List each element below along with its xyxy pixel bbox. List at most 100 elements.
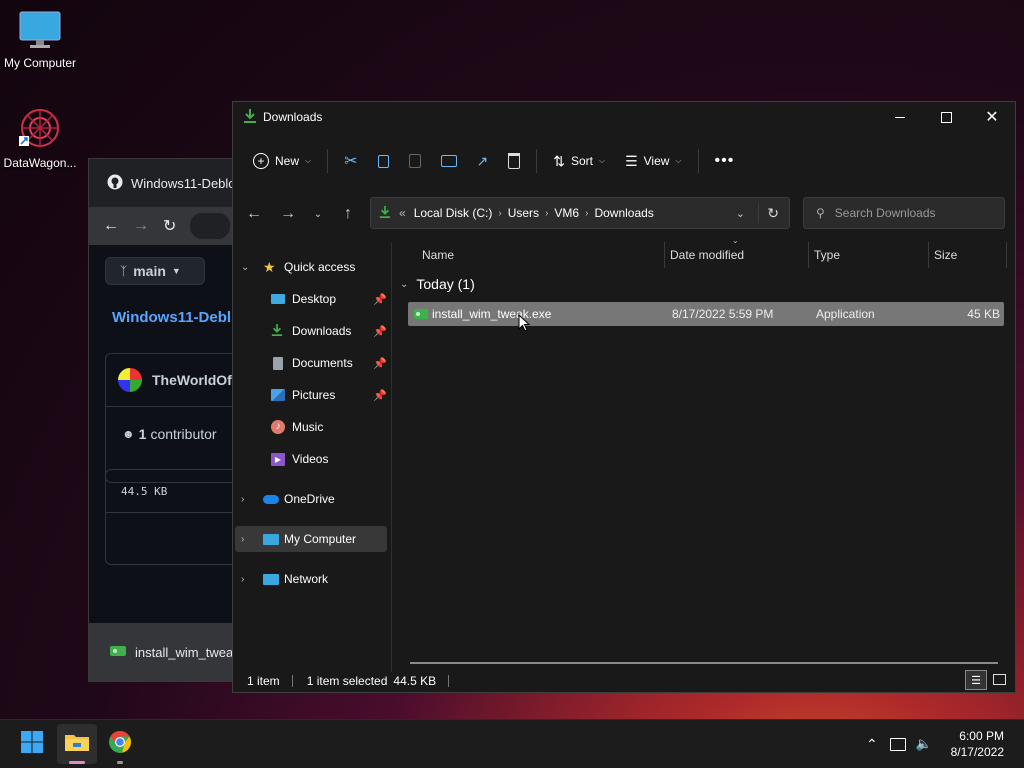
forward-button[interactable]: →	[273, 196, 303, 232]
desktop-icon-my-computer[interactable]: My Computer	[0, 10, 80, 70]
refresh-icon[interactable]: ↻	[767, 205, 779, 222]
nav-my-computer[interactable]: › My Computer	[235, 526, 387, 552]
nav-label: Documents	[292, 356, 353, 370]
pin-icon[interactable]: 📌	[373, 325, 387, 338]
maximize-button[interactable]	[923, 102, 969, 132]
breadcrumb-users[interactable]: Users	[508, 206, 539, 220]
address-bar[interactable]: « Local Disk (C:) › Users › VM6 › Downlo…	[370, 197, 790, 229]
cut-button[interactable]: ✂	[334, 145, 367, 177]
column-divider[interactable]	[1006, 242, 1007, 268]
rename-icon	[440, 155, 457, 167]
paste-button[interactable]	[399, 145, 431, 177]
breadcrumb-downloads[interactable]: Downloads	[594, 206, 653, 220]
share-button[interactable]: ↗	[467, 145, 499, 177]
copy-button[interactable]	[368, 145, 399, 177]
star-icon: ★	[263, 258, 276, 275]
taskbar-file-explorer[interactable]	[57, 724, 97, 764]
sort-button[interactable]: ⇅ Sort ⌵	[543, 145, 615, 177]
monitor-icon	[263, 533, 279, 545]
horizontal-scrollbar[interactable]	[410, 662, 998, 664]
network-icon[interactable]	[889, 737, 906, 751]
author-name[interactable]: TheWorldOf	[152, 372, 232, 388]
search-box[interactable]: ⚲ Search Downloads	[803, 197, 1005, 229]
browser-tab[interactable]: Windows11-Deblo	[89, 159, 249, 207]
nav-quick-access[interactable]: ⌄ ★ Quick access	[233, 254, 391, 280]
chevron-right-icon[interactable]: ›	[241, 534, 244, 545]
start-button[interactable]	[12, 724, 52, 764]
file-size-label: 44.5 KB	[121, 485, 168, 498]
browser-window[interactable]: Windows11-Deblo ← → ↻ ᛉ main ▼ Windows11…	[88, 158, 250, 682]
commit-box: TheWorldOf ☻ 1 contributor	[105, 353, 249, 483]
new-button[interactable]: + New ⌵	[243, 145, 321, 177]
file-size: 45 KB	[967, 307, 1000, 321]
forward-arrow-icon[interactable]: →	[133, 217, 149, 235]
network-icon	[263, 573, 279, 585]
chevron-down-icon[interactable]: ⌄	[241, 262, 249, 273]
volume-icon[interactable]: 🔈	[916, 736, 932, 752]
minimize-button[interactable]	[877, 102, 923, 132]
nav-item-downloads[interactable]: Downloads 📌	[233, 318, 391, 344]
navigation-pane: ⌄ ★ Quick access Desktop 📌 Downloads 📌 D…	[233, 242, 391, 672]
table-row[interactable]: install_wim_tweak.exe 8/17/2022 5:59 PM …	[408, 302, 1004, 326]
details-view-button[interactable]: ☰	[965, 670, 987, 690]
rename-button[interactable]	[431, 145, 467, 177]
nav-label: Desktop	[292, 292, 337, 306]
nav-item-pictures[interactable]: Pictures 📌	[233, 382, 391, 408]
column-divider[interactable]	[808, 242, 809, 268]
back-arrow-icon: ←	[246, 205, 262, 222]
sort-icon: ⇅	[553, 152, 565, 169]
file-explorer-window[interactable]: Downloads ✕ + New ⌵ ✂ ↗ ⇅ Sort ⌵ ☰ View …	[232, 101, 1016, 693]
nav-item-music[interactable]: ♪ Music	[233, 414, 391, 440]
breadcrumb-local-disk[interactable]: Local Disk (C:)	[414, 206, 493, 220]
title-bar[interactable]: Downloads ✕	[233, 102, 1015, 132]
repo-link[interactable]: Windows11-Debl	[112, 309, 231, 326]
delete-button[interactable]	[498, 145, 530, 177]
close-button[interactable]: ✕	[969, 102, 1015, 132]
avatar[interactable]	[118, 368, 142, 392]
contributor-label[interactable]: contributor	[150, 426, 216, 442]
column-header-size[interactable]: Size	[934, 242, 1004, 268]
chevron-down-icon: ⌵	[305, 156, 312, 165]
recent-locations-button[interactable]: ⌄	[303, 196, 333, 232]
taskbar-chrome[interactable]	[100, 724, 140, 764]
search-icon: ⚲	[816, 206, 825, 220]
branch-selector[interactable]: ᛉ main ▼	[105, 257, 205, 285]
pin-icon[interactable]: 📌	[373, 389, 387, 402]
nav-item-videos[interactable]: ▶ Videos	[233, 446, 391, 472]
view-button[interactable]: ☰ View ⌵	[615, 145, 691, 177]
tiles-view-button[interactable]	[989, 670, 1009, 688]
chevron-right-icon[interactable]: ›	[241, 494, 244, 505]
nav-item-desktop[interactable]: Desktop 📌	[233, 286, 391, 312]
breadcrumb-vm6[interactable]: VM6	[554, 206, 579, 220]
address-dropdown-icon[interactable]: ⌄	[736, 207, 745, 220]
show-hidden-icons-chevron-icon[interactable]: ⌃	[866, 736, 878, 753]
pin-icon[interactable]: 📌	[373, 357, 387, 370]
breadcrumb-chevron-icon[interactable]: ›	[585, 208, 588, 219]
chevron-right-icon[interactable]: ›	[241, 574, 244, 585]
nav-item-documents[interactable]: Documents 📌	[233, 350, 391, 376]
more-options-button[interactable]: •••	[705, 145, 745, 177]
up-button[interactable]: ↑	[333, 196, 363, 232]
back-arrow-icon[interactable]: ←	[103, 217, 119, 235]
clock[interactable]: 6:00 PM 8/17/2022	[951, 728, 1004, 760]
back-button[interactable]: ←	[239, 196, 269, 232]
download-item-name[interactable]: install_wim_twea	[135, 645, 233, 660]
column-header-type[interactable]: Type	[814, 242, 928, 268]
group-header-today[interactable]: ⌄ Today (1)	[400, 276, 475, 292]
windows-logo-icon	[20, 730, 44, 759]
reload-icon[interactable]: ↻	[163, 216, 176, 236]
breadcrumb-chevron-icon[interactable]: ›	[498, 208, 501, 219]
column-header-name[interactable]: Name	[422, 242, 662, 268]
paste-icon	[408, 154, 421, 168]
pin-icon[interactable]: 📌	[373, 293, 387, 306]
breadcrumb-chevron-icon[interactable]: ›	[545, 208, 548, 219]
column-divider[interactable]	[664, 242, 665, 268]
nav-network[interactable]: › Network	[233, 566, 391, 592]
nav-onedrive[interactable]: › OneDrive	[233, 486, 391, 512]
breadcrumb-overflow[interactable]: «	[399, 206, 406, 220]
sort-indicator-icon: ⌄	[732, 236, 739, 245]
desktop-icon-datawagon[interactable]: DataWagon...	[0, 106, 80, 170]
downloads-icon	[271, 323, 283, 340]
column-divider[interactable]	[928, 242, 929, 268]
column-header-date[interactable]: Date modified ⌄	[670, 236, 806, 268]
